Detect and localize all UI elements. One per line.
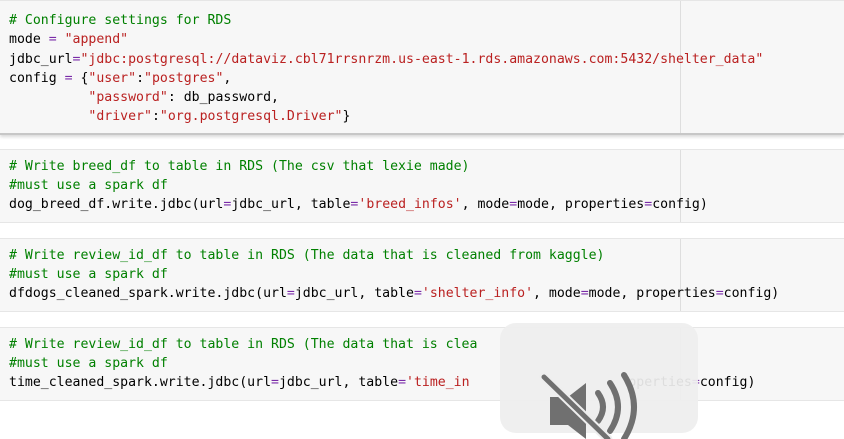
operator-token: =	[48, 32, 57, 47]
code-cell-shelter[interactable]: # Write review_id_df to table in RDS (Th…	[0, 238, 844, 312]
code-token: config)	[652, 197, 708, 212]
operator-token: =	[271, 375, 279, 390]
code-line: jdbc_url="jdbc:postgresql://dataviz.cbl7…	[9, 51, 763, 69]
code-line: # Write breed_df to table in RDS (The cs…	[9, 158, 470, 176]
code-token: mode, properties	[517, 197, 645, 212]
comment-token: # Write review_id_df to table in RDS (Th…	[9, 248, 605, 263]
string-token: 'time_in	[406, 375, 470, 390]
string-token: 'shelter_info'	[421, 286, 534, 301]
string-token: "org.postgresql.Driver"	[159, 109, 343, 124]
code-token: jdbc_url, table	[231, 197, 351, 212]
string-token: "postgres"	[144, 71, 224, 86]
code-line: config = {"user":"postgres",	[9, 70, 231, 88]
code-line: # Write review_id_df to table in RDS (Th…	[9, 336, 477, 354]
code-line: "driver":"org.postgresql.Driver"}	[9, 108, 350, 126]
code-token: jdbc_url, table	[294, 286, 414, 301]
comment-token: # Configure settings for RDS	[9, 13, 232, 28]
code-token: config)	[723, 286, 780, 301]
code-token: : db_password,	[167, 90, 279, 105]
code-token: jdbc_url, table	[278, 375, 399, 390]
string-token: 'breed_infos'	[358, 197, 462, 212]
code-cell-rds-config[interactable]: # Configure settings for RDS mode = "app…	[0, 0, 844, 135]
code-token: }	[342, 109, 351, 124]
operator-token: =	[644, 197, 653, 212]
operator-token: =	[398, 375, 407, 390]
code-token: time_cleaned_spark.write.jdbc(url	[9, 375, 272, 390]
code-line: #must use a spark df	[9, 266, 168, 284]
code-token: dfdogs_cleaned_spark.write.jdbc(url	[9, 286, 287, 301]
code-line: #must use a spark df	[9, 177, 168, 195]
code-token: , mode	[461, 197, 510, 212]
string-token: "jdbc:postgresql://dataviz.cbl71rrsnrzm.…	[80, 52, 764, 67]
code-token: {	[72, 71, 89, 86]
code-token: mode, properties	[588, 286, 716, 301]
code-token: , mode	[533, 286, 581, 301]
operator-token: =	[413, 286, 422, 301]
operator-token: =	[509, 197, 518, 212]
comment-token: # Write review_id_df to table in RDS (Th…	[9, 337, 478, 352]
operator-token: =	[64, 71, 73, 86]
string-token: "driver"	[88, 109, 152, 124]
string-token: "user"	[88, 71, 137, 86]
code-token: config)	[699, 375, 756, 390]
code-line: # Write review_id_df to table in RDS (Th…	[9, 247, 604, 265]
string-token: "append"	[64, 32, 129, 47]
volume-muted-overlay	[500, 323, 698, 439]
code-token: mode	[9, 32, 49, 47]
code-line: mode = "append"	[9, 31, 128, 49]
comment-token: #must use a spark df	[9, 178, 168, 193]
comment-token: #must use a spark df	[9, 356, 168, 371]
code-line: "password": db_password,	[9, 89, 279, 107]
operator-token: =	[286, 286, 295, 301]
code-line: dfdogs_cleaned_spark.write.jdbc(url=jdbc…	[9, 285, 779, 303]
code-line: dog_breed_df.write.jdbc(url = jdbc_url, ta…	[9, 196, 708, 214]
code-line: # Configure settings for RDS	[9, 12, 231, 30]
comment-token: #must use a spark df	[9, 267, 168, 282]
code-token: jdbc_url	[9, 52, 73, 67]
operator-token: =	[580, 286, 589, 301]
code-token: :	[151, 109, 160, 124]
code-token: dog_breed_df.write.jdbc(url	[9, 197, 224, 212]
code-cell-time[interactable]: # Write review_id_df to table in RDS (Th…	[0, 327, 844, 401]
code-line: #must use a spark df	[9, 355, 168, 373]
speaker-muted-icon	[539, 372, 637, 439]
code-cell-breed[interactable]: # Write breed_df to table in RDS (The cs…	[0, 149, 844, 223]
operator-token: =	[715, 286, 724, 301]
string-token: "password"	[88, 90, 168, 105]
comment-token: # Write breed_df to table in RDS (The cs…	[9, 159, 470, 174]
code-token: :	[136, 71, 145, 86]
code-token: ,	[223, 71, 232, 86]
code-token: config	[9, 71, 65, 86]
